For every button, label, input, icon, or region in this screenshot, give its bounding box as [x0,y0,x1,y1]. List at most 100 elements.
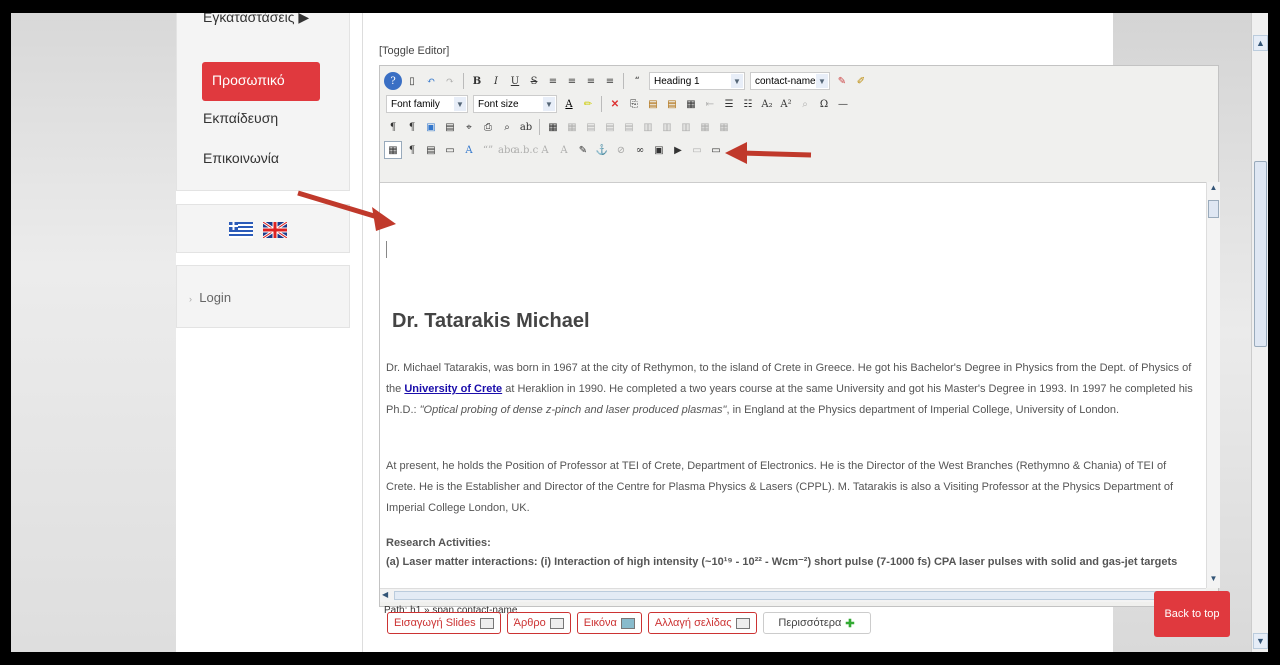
link-icon[interactable]: ∞ [631,141,649,159]
horizontal-scroll-thumb[interactable] [394,591,1184,600]
row-after-icon[interactable]: ▤ [601,118,619,136]
page-vertical-scrollbar[interactable]: ▲ ▼ [1251,13,1268,652]
print-icon[interactable]: ⎙ [479,118,497,136]
more-button[interactable]: Περισσότερα ✚ [762,612,871,634]
page: Εγκαταστάσεις ▶ Προσωπικό Εκπαίδευση Επι… [11,13,1251,652]
preview-icon[interactable]: ▤ [441,118,459,136]
copy-icon[interactable]: ⎘ [625,95,643,113]
cite-icon[interactable]: “” [479,141,497,159]
greek-flag-icon[interactable] [229,222,253,238]
login-link[interactable]: › Login [189,290,231,305]
align-justify-icon[interactable]: ≡ [601,72,619,90]
university-link[interactable]: University of Crete [404,383,502,395]
new-document-icon[interactable]: ▯ [403,72,421,90]
bold-icon[interactable]: B [468,72,486,90]
underline-icon[interactable]: U [506,72,524,90]
horizontal-rule-icon[interactable]: — [834,95,852,113]
back-to-top-button[interactable]: Back to top [1154,591,1230,637]
ins-icon[interactable]: A [555,141,573,159]
col-after-icon[interactable]: ▥ [658,118,676,136]
row-delete-icon[interactable]: ▤ [620,118,638,136]
menu-item-facilities[interactable]: Εγκαταστάσεις ▶ [203,13,309,26]
toggle-editor-link[interactable]: [Toggle Editor] [379,45,449,57]
unlink-icon[interactable]: ⊘ [612,141,630,159]
readmore-icon[interactable]: ▭ [707,141,725,159]
scroll-down-icon[interactable]: ▼ [1208,574,1219,586]
style-props-icon[interactable]: A [460,141,478,159]
page-scroll-thumb[interactable] [1254,161,1267,347]
cut-icon[interactable]: ✕ [606,95,624,113]
ltr-icon[interactable]: ¶ [384,118,402,136]
search-replace-icon[interactable]: ⌕ [796,95,814,113]
image-icon[interactable]: ▣ [650,141,668,159]
editor-content[interactable]: Dr. Tatarakis Michael Dr. Michael Tatara… [380,182,1206,588]
align-left-icon[interactable]: ≡ [544,72,562,90]
italic-icon[interactable]: I [487,72,505,90]
page-scroll-down-icon[interactable]: ▼ [1253,633,1268,649]
align-center-icon[interactable]: ≡ [563,72,581,90]
media-icon[interactable]: ▶ [669,141,687,159]
class-select[interactable]: contact-name ▼ [750,72,830,90]
font-size-select[interactable]: Font size ▼ [473,95,557,113]
subscript-icon[interactable]: A₂ [758,95,776,113]
col-before-icon[interactable]: ▥ [639,118,657,136]
paste-word-icon[interactable]: ▦ [682,95,700,113]
fullscreen-icon[interactable]: ▣ [422,118,440,136]
highlight-color-icon[interactable]: ✏ [579,95,597,113]
paste-icon[interactable]: ▤ [644,95,662,113]
image-button[interactable]: Εικόνα [576,612,642,634]
pagebreak-button[interactable]: Αλλαγή σελίδας [647,612,757,634]
acronym-icon[interactable]: a.b.c [514,141,538,159]
split-cells-icon[interactable]: ▦ [715,118,733,136]
insert-slides-button[interactable]: Εισαγωγή Slides [387,612,501,634]
scroll-up-icon[interactable]: ▲ [1208,183,1219,195]
help-icon[interactable]: ? [384,72,402,90]
menu-item-contact[interactable]: Επικοινωνία [203,150,279,166]
align-right-icon[interactable]: ≡ [582,72,600,90]
menu-item-staff[interactable]: Προσωπικό [202,62,320,101]
numbered-list-icon[interactable]: ☷ [739,95,757,113]
special-char-icon[interactable]: Ω [815,95,833,113]
strikethrough-icon[interactable]: S [525,72,543,90]
scroll-thumb[interactable] [1208,200,1219,218]
redo-icon[interactable]: ↷ [441,72,459,90]
paste-text-icon[interactable]: ▤ [663,95,681,113]
rtl-icon[interactable]: ¶ [403,118,421,136]
uk-flag-icon[interactable] [263,222,287,238]
attribs-icon[interactable]: ✎ [574,141,592,159]
layer-icon[interactable]: ▭ [441,141,459,159]
superscript-icon[interactable]: A² [777,95,795,113]
find-icon[interactable]: ⌕ [498,118,516,136]
text-color-icon[interactable]: A [560,95,578,113]
code-icon[interactable]: ⌖ [460,118,478,136]
pagebreak-icon[interactable]: ▭ [688,141,706,159]
replace-icon[interactable]: ab [517,118,535,136]
anchor-icon[interactable]: ⚓ [593,141,611,159]
template-icon[interactable]: ▤ [422,141,440,159]
page-scroll-up-icon[interactable]: ▲ [1253,35,1268,51]
table-props-icon[interactable]: ▦ [563,118,581,136]
menu-item-education[interactable]: Εκπαίδευση [203,110,278,126]
eraser-icon[interactable]: ✎ [833,72,851,90]
outdent-icon[interactable]: ⇤ [701,95,719,113]
editor-vertical-scrollbar[interactable]: ▲ ▼ [1206,182,1220,588]
editor-horizontal-scrollbar[interactable]: ◀ ▶ [380,588,1206,602]
merge-cells-icon[interactable]: ▦ [696,118,714,136]
table-icon[interactable]: ▦ [544,118,562,136]
del-icon[interactable]: A [536,141,554,159]
plus-icon: ✚ [845,617,855,630]
undo-icon[interactable]: ↶ [422,72,440,90]
show-blocks-icon[interactable]: ¶ [403,141,421,159]
row-before-icon[interactable]: ▤ [582,118,600,136]
bullet-list-icon[interactable]: ☰ [720,95,738,113]
article-button[interactable]: Άρθρο [506,612,571,634]
font-family-select[interactable]: Font family ▼ [386,95,468,113]
article-heading: Dr. Tatarakis Michael [392,310,590,332]
format-select[interactable]: Heading 1 ▼ [649,72,745,90]
visual-aid-icon[interactable]: ▦ [384,141,402,159]
blockquote-icon[interactable]: “ [628,72,646,90]
col-delete-icon[interactable]: ▥ [677,118,695,136]
cleanup-icon[interactable]: ✐ [852,72,870,90]
scroll-left-icon[interactable]: ◀ [382,590,388,599]
chevron-right-icon: › [189,294,192,304]
